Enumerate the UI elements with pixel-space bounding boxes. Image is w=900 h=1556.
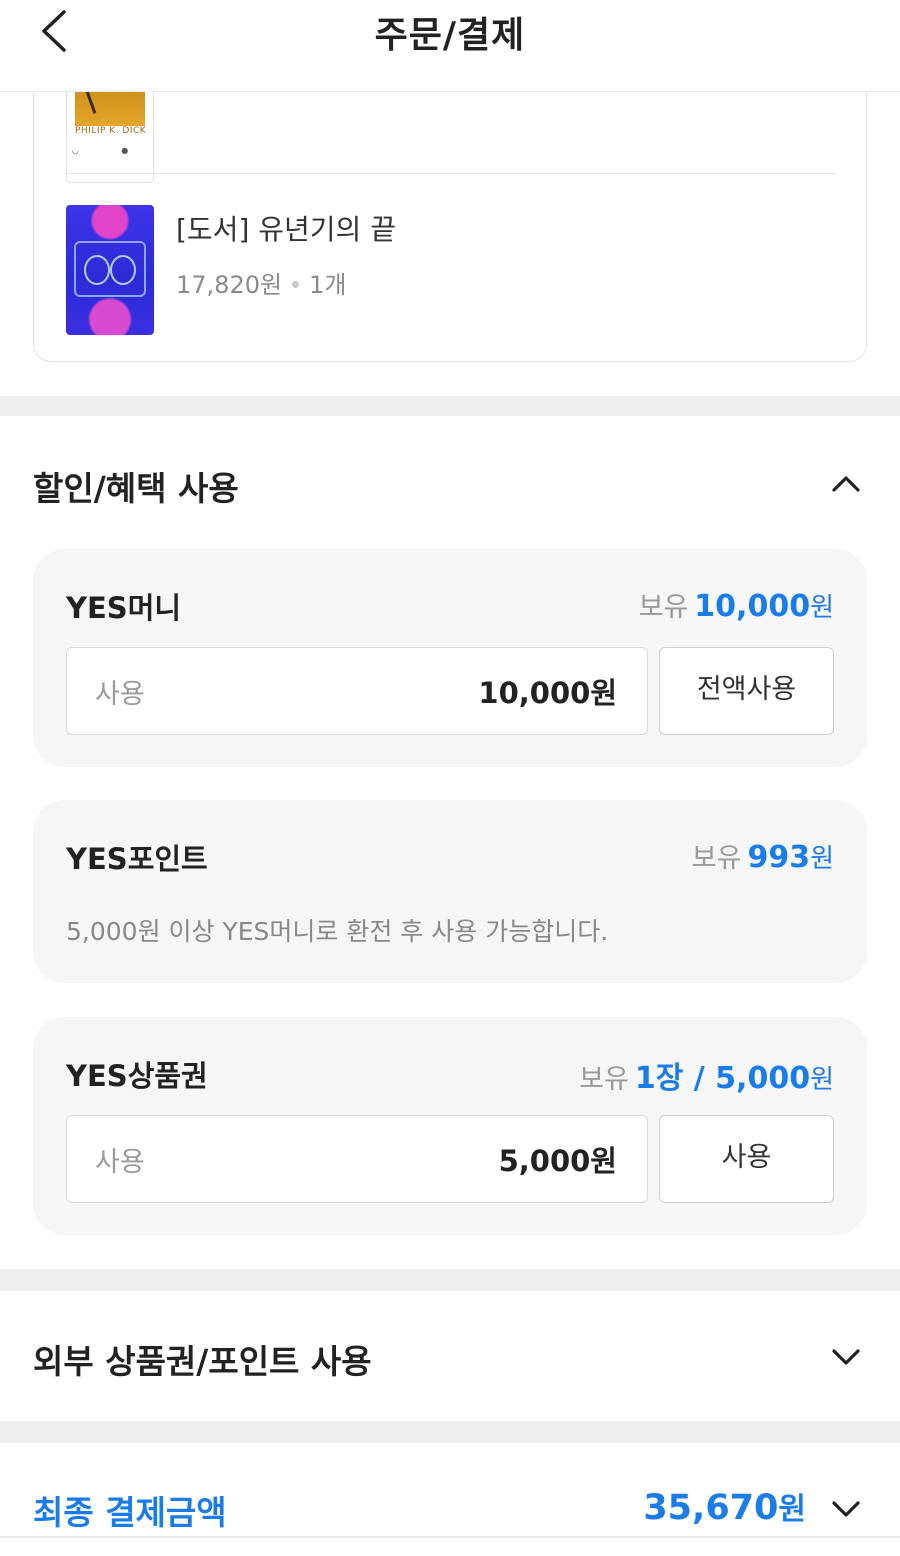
- item-price: 17,820원: [176, 271, 283, 299]
- input-value: 10,000원: [478, 676, 617, 710]
- chevron-up-icon: [832, 476, 860, 492]
- item-qty: 1개: [309, 271, 347, 299]
- yes-giftcard-label: YES상품권: [66, 1059, 208, 1093]
- section-divider: [0, 396, 900, 416]
- balance-unit: 원: [810, 1065, 834, 1095]
- order-item[interactable]: [도서] 유년기의 끝 17,820원 1개: [66, 205, 396, 335]
- final-amount-label: 최종 결제금액: [33, 1493, 227, 1532]
- yes-giftcard-balance: 보유 1장 / 5,000원: [579, 1053, 834, 1097]
- final-amount-unit: 원: [778, 1492, 806, 1527]
- expand-external-button[interactable]: [826, 1337, 866, 1377]
- final-amount-number: 35,670: [643, 1488, 779, 1528]
- yes-giftcard-panel: YES상품권 보유 1장 / 5,000원 사용 5,000원 사용: [33, 1017, 867, 1235]
- use-giftcard-button[interactable]: 사용: [659, 1115, 834, 1203]
- expand-final-amount-button[interactable]: [826, 1489, 866, 1529]
- balance-amount: 993: [747, 840, 811, 875]
- yes-point-panel: YES포인트 보유 993원 5,000원 이상 YES머니로 환전 후 사용 가…: [33, 800, 867, 983]
- top-app-bar: 주문/결제: [0, 0, 900, 92]
- item-meta: 17,820원 1개: [176, 265, 396, 300]
- balance-unit: 원: [810, 844, 834, 874]
- order-payment-page: PHILIP K. DICK ◡ ● [도서] 유년기의 끝 17,820원 1개…: [0, 0, 900, 1556]
- chevron-down-icon: [832, 1349, 860, 1365]
- section-divider: [0, 1269, 900, 1291]
- collapse-benefits-button[interactable]: [826, 463, 866, 503]
- yes-money-input[interactable]: 사용 10,000원: [66, 647, 648, 735]
- yes-money-panel: YES머니 보유 10,000원 사용 10,000원 전액사용: [33, 549, 867, 767]
- cover-author-text: PHILIP K. DICK: [75, 126, 147, 136]
- section-divider: [0, 1421, 900, 1443]
- input-placeholder: 사용: [95, 679, 145, 710]
- yes-point-balance: 보유 993원: [692, 836, 834, 875]
- item-title: [도서] 유년기의 끝: [176, 213, 396, 246]
- chevron-down-icon: [832, 1501, 860, 1517]
- yes-point-note: 5,000원 이상 YES머니로 환전 후 사용 가능합니다.: [66, 917, 609, 946]
- book-cover-image: [66, 205, 154, 335]
- item-divider: [66, 173, 834, 174]
- yes-money-label: YES머니: [66, 591, 182, 625]
- balance-prefix: 보유: [579, 1064, 629, 1095]
- use-all-yes-money-button[interactable]: 전액사용: [659, 647, 834, 735]
- yes-point-label: YES포인트: [66, 842, 208, 876]
- benefits-section-title: 할인/혜택 사용: [33, 469, 239, 508]
- bottom-border: [0, 1536, 900, 1538]
- balance-prefix: 보유: [638, 592, 689, 623]
- balance-prefix: 보유: [691, 843, 742, 874]
- input-value: 5,000원: [498, 1144, 617, 1178]
- external-section-title[interactable]: 외부 상품권/포인트 사용: [33, 1335, 372, 1383]
- balance-unit: 원: [810, 593, 834, 623]
- page-title: 주문/결제: [374, 15, 526, 56]
- yes-giftcard-input[interactable]: 사용 5,000원: [66, 1115, 648, 1203]
- input-placeholder: 사용: [95, 1147, 145, 1178]
- final-amount-value: 35,670원: [643, 1484, 806, 1528]
- balance-amount: 10,000: [694, 589, 811, 624]
- separator-dot: [292, 280, 300, 288]
- yes-money-balance: 보유 10,000원: [639, 585, 834, 624]
- balance-amount: 1장 / 5,000: [634, 1061, 811, 1096]
